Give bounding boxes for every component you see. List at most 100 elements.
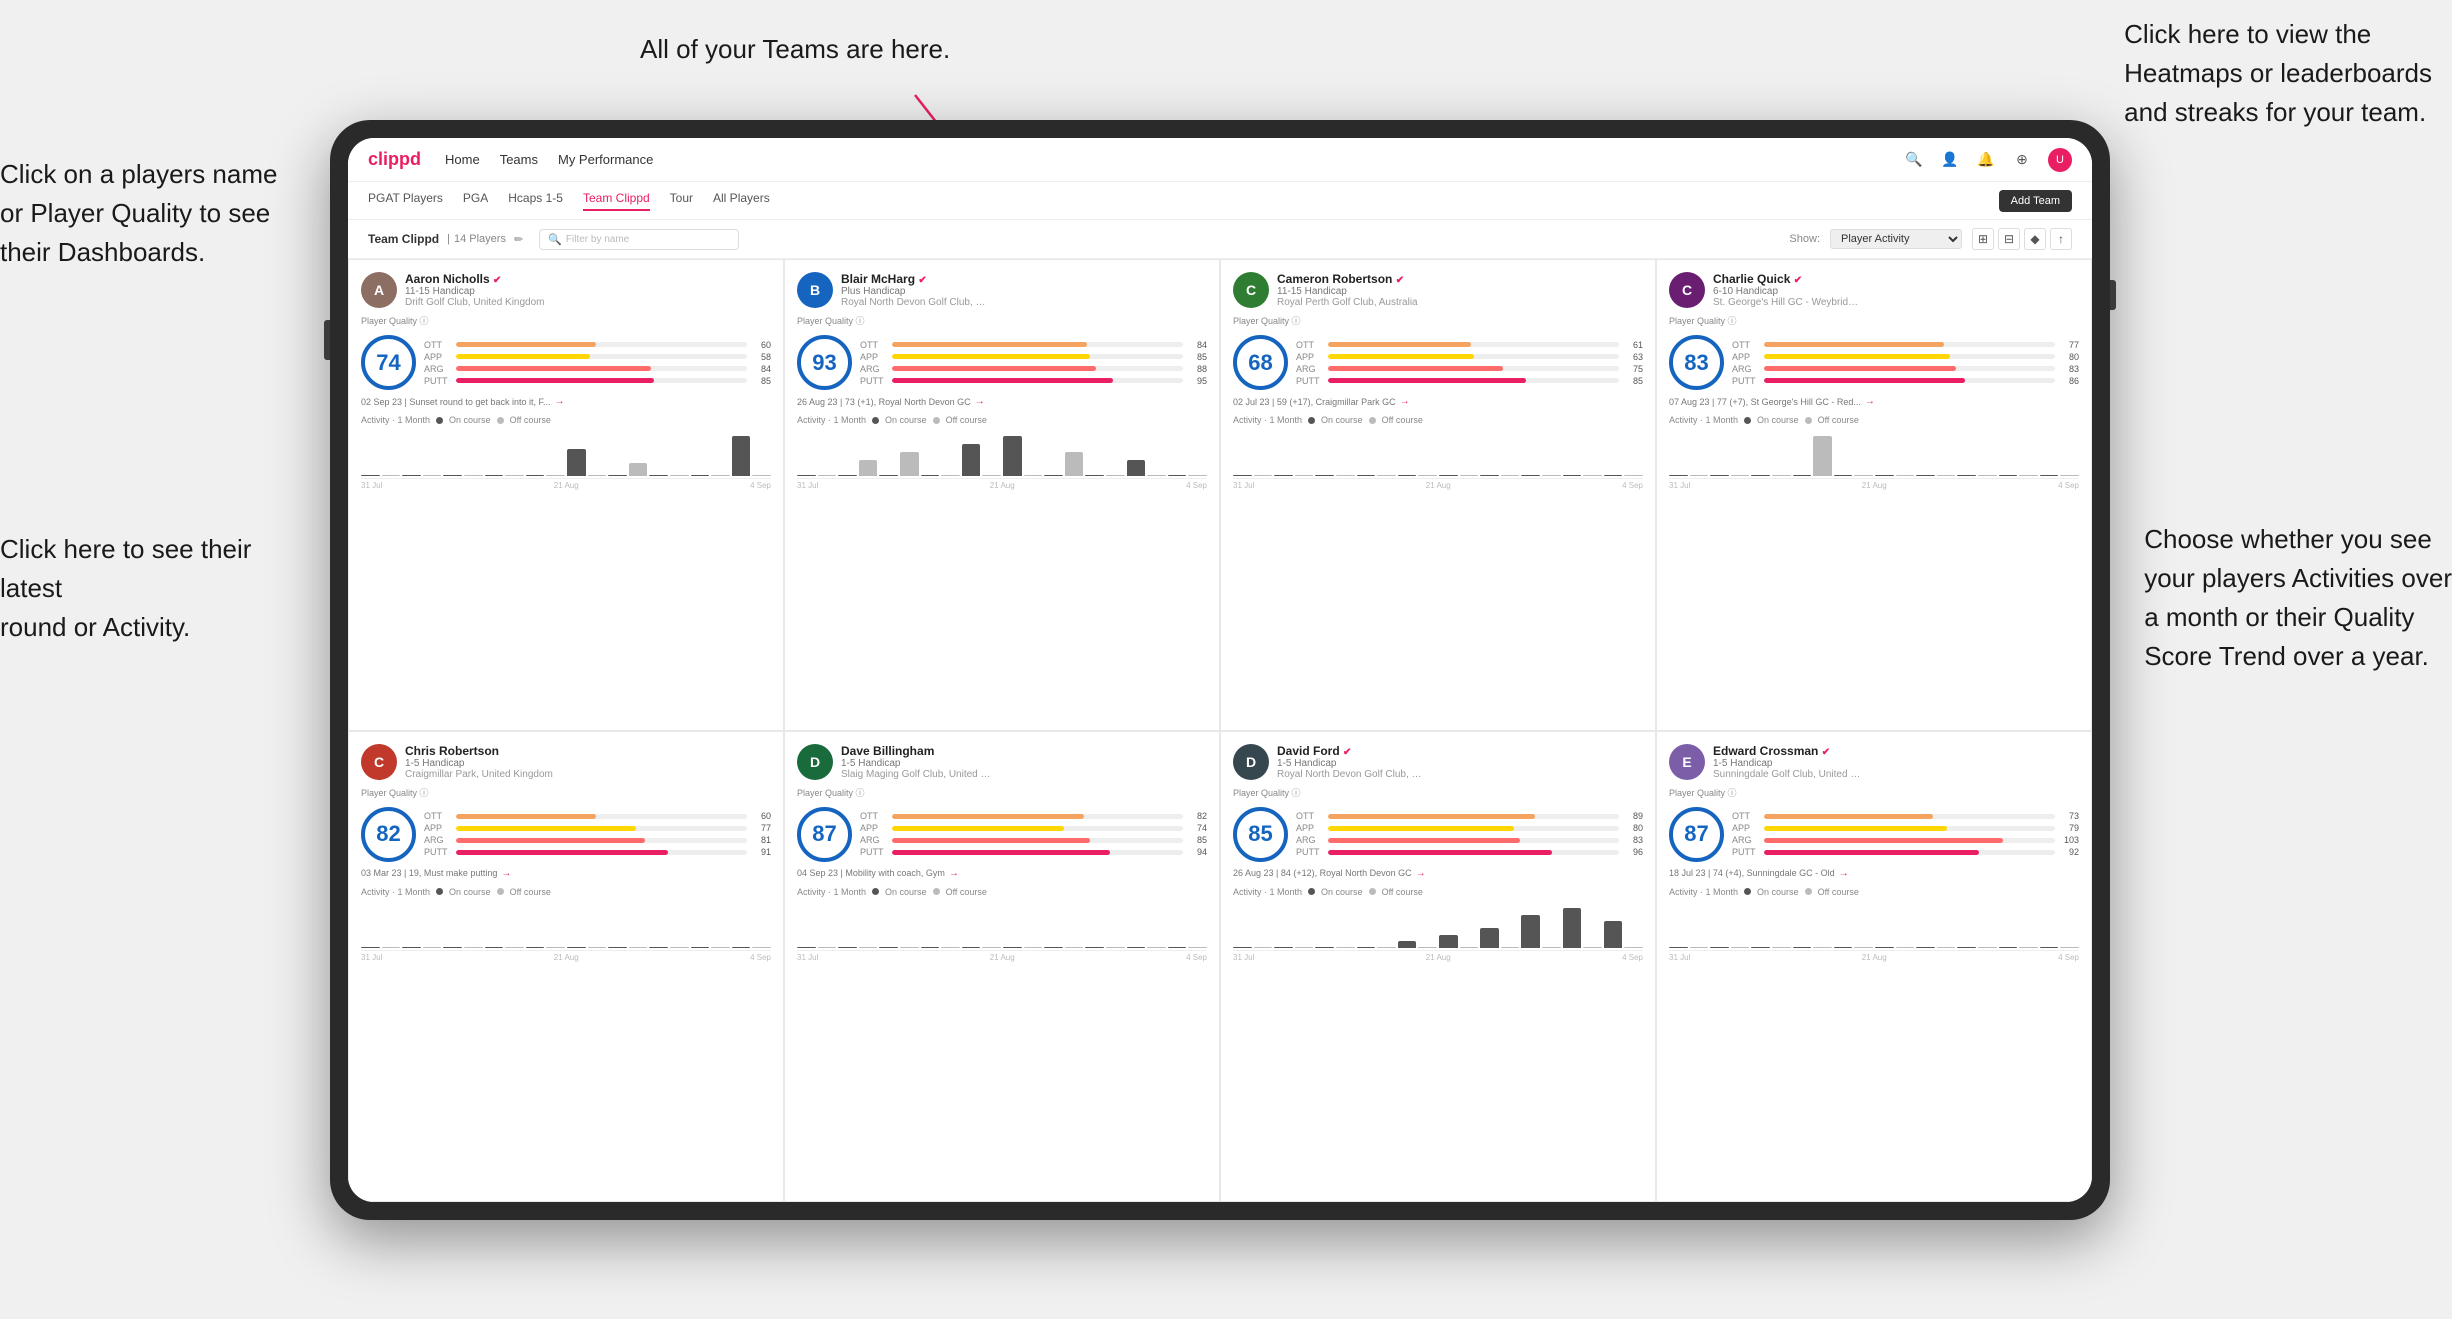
- chart-label: 31 Jul: [361, 953, 382, 962]
- chart-bar: [1357, 475, 1376, 476]
- recent-round[interactable]: 02 Sep 23 | Sunset round to get back int…: [361, 396, 771, 407]
- tab-tour[interactable]: Tour: [670, 191, 693, 211]
- quality-circle[interactable]: 82: [361, 807, 416, 862]
- quality-label: Player Quality ⓘ: [797, 314, 1207, 327]
- tab-pgat[interactable]: PGAT Players: [368, 191, 443, 211]
- player-name[interactable]: Cameron Robertson ✔: [1277, 272, 1643, 286]
- avatar-icon[interactable]: U: [2048, 148, 2072, 172]
- chart-bar: [1813, 947, 1832, 948]
- quality-circle[interactable]: 93: [797, 335, 852, 390]
- chart-bar: [526, 475, 545, 476]
- app-label: APP: [424, 823, 452, 833]
- quality-info-icon[interactable]: ⓘ: [1292, 316, 1301, 326]
- chart-label: 4 Sep: [1622, 481, 1643, 490]
- tab-all-players[interactable]: All Players: [713, 191, 770, 211]
- ott-label: OTT: [860, 811, 888, 821]
- quality-circle[interactable]: 74: [361, 335, 416, 390]
- chart-bar: [732, 947, 751, 948]
- putt-label: PUTT: [860, 847, 888, 857]
- player-club: Royal Perth Golf Club, Australia: [1277, 297, 1427, 308]
- arg-value: 84: [751, 364, 771, 374]
- player-name[interactable]: Charlie Quick ✔: [1713, 272, 2079, 286]
- app-fill: [456, 354, 590, 359]
- quality-info-icon[interactable]: ⓘ: [1292, 788, 1301, 798]
- diamond-view-icon[interactable]: ◆: [2024, 228, 2046, 250]
- search-box[interactable]: 🔍 Filter by name: [539, 229, 739, 250]
- ott-value: 60: [751, 811, 771, 821]
- app-track: [456, 826, 747, 831]
- app-fill: [456, 826, 636, 831]
- edit-icon[interactable]: ✏: [514, 233, 523, 246]
- quality-info-icon[interactable]: ⓘ: [1728, 788, 1737, 798]
- chart-bar: [1024, 475, 1043, 476]
- nav-my-performance[interactable]: My Performance: [558, 152, 653, 167]
- recent-round[interactable]: 03 Mar 23 | 19, Must make putting →: [361, 868, 771, 879]
- tab-team-clippd[interactable]: Team Clippd: [583, 191, 650, 211]
- nav-teams[interactable]: Teams: [500, 152, 538, 167]
- putt-fill: [1328, 850, 1552, 855]
- app-bar-row: APP 79: [1732, 823, 2079, 833]
- quality-circle[interactable]: 83: [1669, 335, 1724, 390]
- settings-icon[interactable]: ⊕: [2012, 150, 2032, 170]
- player-quality-section: 87 OTT 73 APP 79 ARG: [1669, 807, 2079, 862]
- player-name[interactable]: Blair McHarg ✔: [841, 272, 1207, 286]
- player-name[interactable]: Edward Crossman ✔: [1713, 744, 2079, 758]
- bell-icon[interactable]: 🔔: [1976, 150, 1996, 170]
- chart-bar: [1916, 947, 1935, 948]
- chart-bar: [1793, 947, 1812, 948]
- app-label: APP: [860, 352, 888, 362]
- quality-circle[interactable]: 87: [797, 807, 852, 862]
- quality-info-icon[interactable]: ⓘ: [856, 788, 865, 798]
- ott-label: OTT: [860, 340, 888, 350]
- putt-value: 85: [751, 376, 771, 386]
- recent-round[interactable]: 02 Jul 23 | 59 (+17), Craigmillar Park G…: [1233, 396, 1643, 407]
- app-value: 79: [2059, 823, 2079, 833]
- nav-home[interactable]: Home: [445, 152, 480, 167]
- add-team-button[interactable]: Add Team: [1999, 190, 2072, 212]
- recent-round[interactable]: 07 Aug 23 | 77 (+7), St George's Hill GC…: [1669, 396, 2079, 407]
- app-bar-row: APP 58: [424, 352, 771, 362]
- player-name[interactable]: Chris Robertson: [405, 744, 771, 758]
- player-name[interactable]: David Ford ✔: [1277, 744, 1643, 758]
- quality-info-icon[interactable]: ⓘ: [856, 316, 865, 326]
- quality-circle[interactable]: 85: [1233, 807, 1288, 862]
- putt-bar-row: PUTT 96: [1296, 847, 1643, 857]
- arg-value: 88: [1187, 364, 1207, 374]
- player-handicap: 1-5 Handicap: [1277, 758, 1643, 769]
- ott-fill: [1764, 342, 1944, 347]
- quality-circle[interactable]: 68: [1233, 335, 1288, 390]
- chart-bar: [567, 449, 586, 476]
- show-select[interactable]: Player Activity Quality Score Trend: [1830, 229, 1962, 249]
- player-name[interactable]: Dave Billingham: [841, 744, 1207, 758]
- tab-pga[interactable]: PGA: [463, 191, 488, 211]
- ott-track: [892, 814, 1183, 819]
- quality-info-icon[interactable]: ⓘ: [420, 788, 429, 798]
- ott-fill: [892, 342, 1087, 347]
- player-name[interactable]: Aaron Nicholls ✔: [405, 272, 771, 286]
- quality-info-icon[interactable]: ⓘ: [420, 316, 429, 326]
- ott-bar-row: OTT 89: [1296, 811, 1643, 821]
- chart-bar: [1710, 947, 1729, 948]
- grid-view-icon[interactable]: ⊞: [1972, 228, 1994, 250]
- player-info: Dave Billingham 1-5 Handicap Slaig Magin…: [841, 744, 1207, 780]
- arg-bar-row: ARG 83: [1732, 364, 2079, 374]
- sort-icon[interactable]: ↑: [2050, 228, 2072, 250]
- recent-round[interactable]: 26 Aug 23 | 73 (+1), Royal North Devon G…: [797, 396, 1207, 407]
- list-view-icon[interactable]: ⊟: [1998, 228, 2020, 250]
- recent-round[interactable]: 04 Sep 23 | Mobility with coach, Gym →: [797, 868, 1207, 879]
- arg-track: [892, 838, 1183, 843]
- quality-info-icon[interactable]: ⓘ: [1728, 316, 1737, 326]
- recent-round[interactable]: 26 Aug 23 | 84 (+12), Royal North Devon …: [1233, 868, 1643, 879]
- chart-bar: [1336, 947, 1355, 948]
- chart-labels: 31 Jul21 Aug4 Sep: [1233, 953, 1643, 962]
- putt-value: 91: [751, 847, 771, 857]
- chart-bar: [2060, 947, 2079, 948]
- quality-circle[interactable]: 87: [1669, 807, 1724, 862]
- user-icon[interactable]: 👤: [1940, 150, 1960, 170]
- chart-bar: [1233, 947, 1252, 948]
- tab-hcaps[interactable]: Hcaps 1-5: [508, 191, 563, 211]
- ott-fill: [456, 342, 596, 347]
- search-icon[interactable]: 🔍: [1904, 150, 1924, 170]
- chart-bar: [361, 475, 380, 476]
- recent-round[interactable]: 18 Jul 23 | 74 (+4), Sunningdale GC - Ol…: [1669, 868, 2079, 879]
